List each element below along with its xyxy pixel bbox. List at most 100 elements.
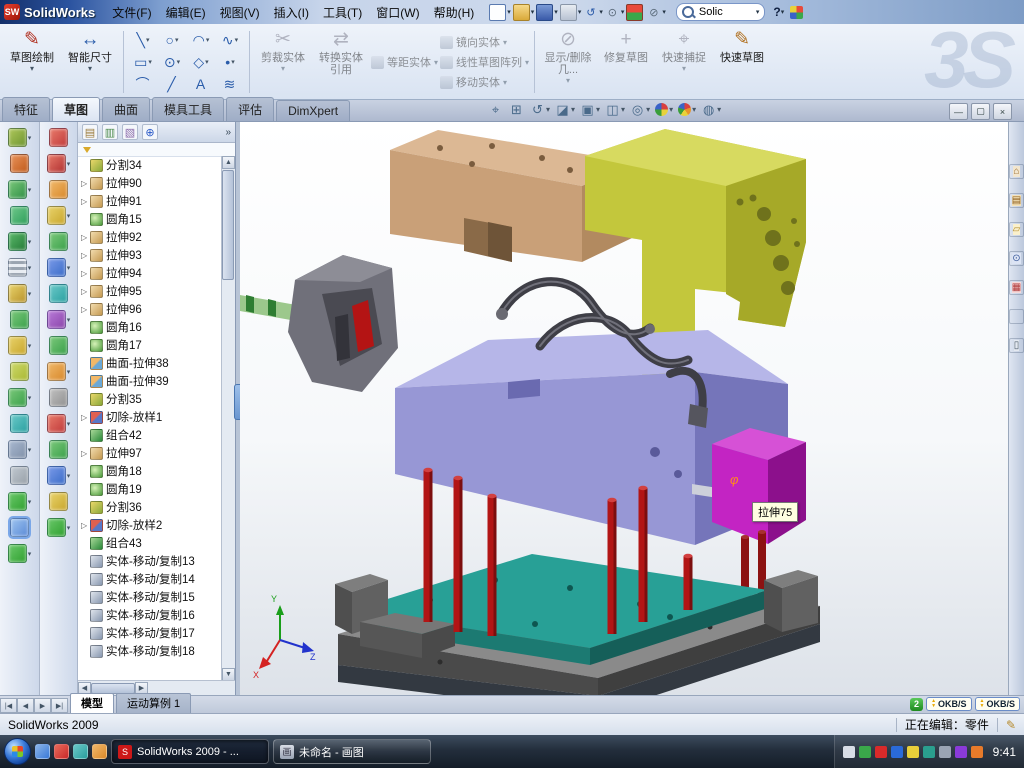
dropdown-arrow-icon[interactable]: ▾ bbox=[28, 290, 32, 298]
sketch-entity-tool[interactable]: ▭ ▾ bbox=[129, 51, 157, 73]
left-toolbar-button[interactable]: ▾ bbox=[47, 154, 71, 173]
toolbar-button[interactable]: ⊙ ▾ bbox=[605, 5, 625, 20]
custom-properties-icon[interactable]: ▯ bbox=[1009, 338, 1024, 353]
3d-model[interactable]: φ bbox=[240, 122, 1008, 695]
tree-item[interactable]: ▷ 拉伸96 bbox=[78, 300, 222, 318]
dropdown-arrow-icon[interactable]: ▾ bbox=[503, 38, 507, 47]
ribbon-stack-button[interactable]: 线性草图阵列 ▾ bbox=[440, 54, 529, 70]
menu-item[interactable]: 窗口(W) bbox=[369, 1, 426, 24]
sketch-entity-tool[interactable]: ○ ▾ bbox=[158, 29, 186, 51]
dropdown-arrow-icon[interactable]: ▾ bbox=[205, 58, 209, 66]
tree-item[interactable]: 组合42 bbox=[78, 426, 222, 444]
network-speed-badge[interactable]: ▲▼ OKB/S bbox=[975, 697, 1020, 711]
left-toolbar-button[interactable]: ▾ bbox=[47, 414, 71, 433]
ribbon-button[interactable]: ✎ 草图绘制 ▾ bbox=[4, 27, 60, 97]
dropdown-arrow-icon[interactable]: ▾ bbox=[177, 58, 181, 66]
command-manager-tab[interactable]: 模具工具 bbox=[152, 97, 224, 121]
tree-item[interactable]: ▷ 拉伸92 bbox=[78, 228, 222, 246]
left-toolbar-button[interactable] bbox=[10, 466, 30, 485]
help-dropdown-arrow-icon[interactable]: ▾ bbox=[781, 8, 785, 16]
dropdown-arrow-icon[interactable]: ▾ bbox=[434, 58, 438, 67]
scrollbar-thumb[interactable] bbox=[222, 170, 234, 280]
expand-arrow-icon[interactable]: ▷ bbox=[81, 449, 90, 458]
toolbar-button[interactable]: ▾ bbox=[536, 4, 558, 21]
tree-item[interactable]: ▷ 切除-放样2 bbox=[78, 516, 222, 534]
menu-item[interactable]: 文件(F) bbox=[105, 1, 158, 24]
dropdown-arrow-icon[interactable]: ▾ bbox=[28, 498, 32, 506]
search-input[interactable] bbox=[697, 5, 753, 19]
tab-nav-button[interactable]: ▶| bbox=[51, 698, 68, 713]
left-toolbar-button[interactable]: ▾ bbox=[47, 310, 71, 329]
left-toolbar-button[interactable]: ▾ bbox=[47, 362, 71, 381]
taskbar-clock[interactable]: 9:41 bbox=[993, 745, 1016, 759]
dimxpertmanager-tab-icon[interactable]: ⊕ bbox=[142, 124, 158, 140]
quick-launch-icon[interactable] bbox=[73, 744, 88, 759]
scroll-up-button[interactable]: ▲ bbox=[222, 156, 235, 169]
ribbon-button[interactable]: ✎ 快速草图 bbox=[714, 27, 770, 97]
filter-icon[interactable] bbox=[83, 147, 91, 153]
menu-item[interactable]: 工具(T) bbox=[316, 1, 369, 24]
tray-icon[interactable] bbox=[859, 746, 871, 758]
sketch-status-icon[interactable]: ✎ bbox=[1006, 718, 1016, 732]
dropdown-arrow-icon[interactable]: ▾ bbox=[621, 8, 625, 16]
sketch-entity-tool[interactable]: ≋ bbox=[216, 73, 244, 95]
ribbon-button[interactable]: ⌖ 快速捕捉 ▾ bbox=[656, 27, 712, 97]
tree-item[interactable]: ▷ 拉伸95 bbox=[78, 282, 222, 300]
dropdown-arrow-icon[interactable]: ▾ bbox=[28, 550, 32, 558]
expand-arrow-icon[interactable]: ▷ bbox=[81, 251, 90, 260]
expand-arrow-icon[interactable]: ▷ bbox=[81, 269, 90, 278]
dropdown-arrow-icon[interactable]: ▾ bbox=[281, 64, 285, 73]
sketch-entity-tool[interactable]: ◇ ▾ bbox=[187, 51, 215, 73]
dropdown-arrow-icon[interactable]: ▾ bbox=[28, 446, 32, 454]
view-tool-button[interactable]: ⊞ bbox=[509, 102, 525, 117]
left-toolbar-button[interactable] bbox=[10, 154, 30, 173]
left-toolbar-button[interactable] bbox=[49, 180, 69, 199]
command-manager-tab[interactable]: 评估 bbox=[226, 97, 274, 121]
left-toolbar-button[interactable]: ▾ bbox=[8, 544, 32, 563]
dropdown-arrow-icon[interactable]: ▾ bbox=[235, 36, 239, 44]
restore-button[interactable]: ▢ bbox=[971, 103, 990, 120]
dropdown-arrow-icon[interactable]: ▾ bbox=[67, 160, 71, 168]
command-manager-tab[interactable]: 曲面 bbox=[102, 97, 150, 121]
dropdown-arrow-icon[interactable]: ▾ bbox=[571, 105, 575, 114]
tray-icon[interactable] bbox=[907, 746, 919, 758]
dropdown-arrow-icon[interactable]: ▾ bbox=[621, 105, 625, 114]
dropdown-arrow-icon[interactable]: ▾ bbox=[67, 420, 71, 428]
view-tool-button[interactable]: ◫ ▾ bbox=[605, 102, 625, 117]
sketch-entity-tool[interactable]: • ▾ bbox=[216, 51, 244, 73]
ribbon-button[interactable]: ✂ 剪裁实体 ▾ bbox=[255, 27, 311, 97]
taskbar-task-button[interactable]: 画 未命名 - 画图 bbox=[273, 739, 431, 764]
toolbar-button[interactable] bbox=[626, 4, 644, 21]
toolbar-button[interactable]: ▾ bbox=[560, 4, 582, 21]
left-toolbar-button[interactable]: ▾ bbox=[8, 336, 32, 355]
left-toolbar-button[interactable] bbox=[49, 128, 69, 147]
taskbar-task-button[interactable]: S SolidWorks 2009 - ... bbox=[111, 739, 269, 764]
left-toolbar-button[interactable]: ▾ bbox=[8, 284, 32, 303]
part-clamp-block[interactable] bbox=[240, 255, 398, 392]
expand-arrow-icon[interactable]: ▷ bbox=[81, 197, 90, 206]
tree-item[interactable]: 实体-移动/复制15 bbox=[78, 588, 222, 606]
start-button[interactable] bbox=[4, 738, 31, 765]
left-toolbar-button[interactable]: ▾ bbox=[8, 128, 32, 147]
network-speed-badge[interactable]: ▲▼ OKB/S bbox=[926, 697, 971, 711]
tree-item[interactable]: 曲面-拉伸39 bbox=[78, 372, 222, 390]
left-toolbar-button[interactable] bbox=[10, 310, 30, 329]
dropdown-arrow-icon[interactable]: ▾ bbox=[30, 64, 34, 73]
view-palette-icon[interactable]: ▦ bbox=[1009, 280, 1024, 295]
left-toolbar-button[interactable] bbox=[10, 518, 30, 537]
dropdown-arrow-icon[interactable]: ▾ bbox=[599, 8, 603, 16]
design-library-icon[interactable]: ▤ bbox=[1009, 193, 1024, 208]
network-monitor-icon[interactable]: 2 bbox=[910, 698, 923, 711]
sketch-entity-tool[interactable]: ╲ ▾ bbox=[129, 29, 157, 51]
dropdown-arrow-icon[interactable]: ▾ bbox=[596, 105, 600, 114]
dropdown-arrow-icon[interactable]: ▾ bbox=[525, 58, 529, 67]
left-toolbar-button[interactable] bbox=[49, 388, 69, 407]
part-extrude75-block[interactable]: φ bbox=[712, 428, 806, 544]
dropdown-arrow-icon[interactable]: ▾ bbox=[503, 78, 507, 87]
dropdown-arrow-icon[interactable]: ▾ bbox=[28, 134, 32, 142]
graphics-area[interactable]: φ bbox=[240, 122, 1008, 695]
tree-item[interactable]: ▷ 拉伸93 bbox=[78, 246, 222, 264]
sketch-entity-tool[interactable]: ◠ ▾ bbox=[187, 29, 215, 51]
solidworks-resources-icon[interactable]: ⌂ bbox=[1009, 164, 1024, 179]
tab-nav-button[interactable]: |◀ bbox=[0, 698, 17, 713]
